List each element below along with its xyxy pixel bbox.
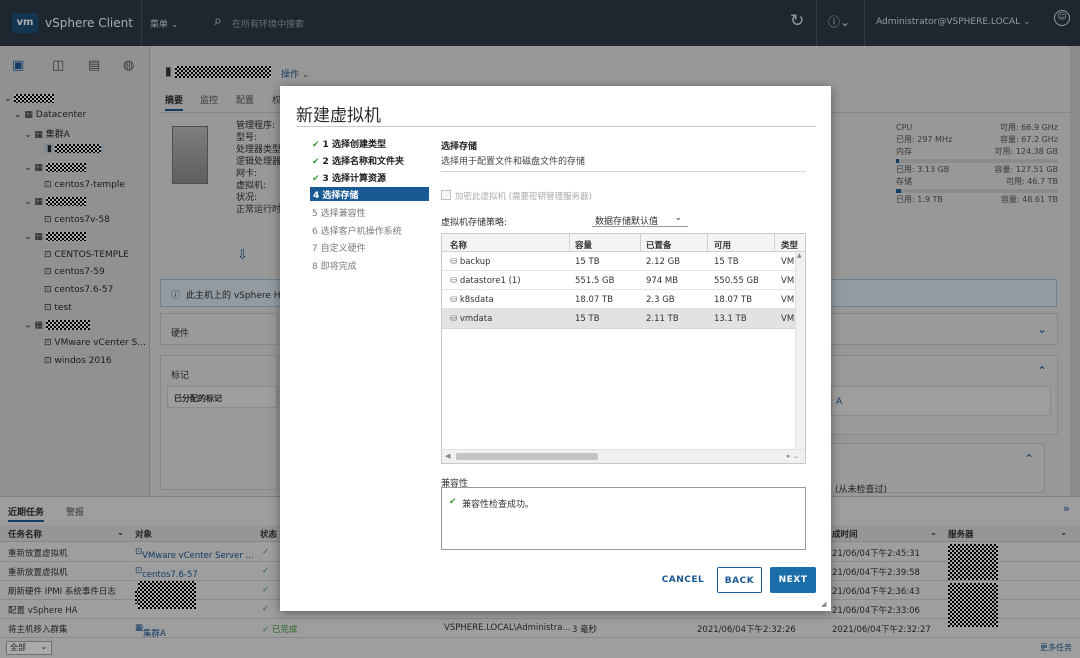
datastore-icon: ⛁ <box>450 295 458 305</box>
datastore-icon: ⛁ <box>450 276 458 286</box>
grid-header-row <box>442 234 805 252</box>
back-button[interactable]: BACK <box>717 567 762 593</box>
col-type[interactable]: 类型 <box>781 239 798 251</box>
grid-vertical-scrollbar[interactable]: ▲ <box>795 252 805 449</box>
scroll-thumb[interactable] <box>456 453 598 460</box>
check-icon: ✔ <box>449 497 457 507</box>
wizard-step-8: 8 即将完成 <box>312 262 357 272</box>
wizard-step-1[interactable]: ✔ 1 选择创建类型 <box>312 137 386 150</box>
storage-policy-select[interactable]: 数据存储默认值 ⌄ <box>592 212 688 227</box>
next-button[interactable]: NEXT <box>770 567 816 593</box>
wizard-step-4[interactable]: 4 选择存储 <box>310 187 429 201</box>
encrypt-label: 加密此虚拟机 (需要密钥管理服务器) <box>455 192 592 202</box>
section-description: 选择用于配置文件和磁盘文件的存储 <box>441 157 586 167</box>
compatibility-message: 兼容性检查成功。 <box>462 500 535 510</box>
section-title: 选择存储 <box>441 142 478 152</box>
col-free[interactable]: 可用 <box>714 239 731 251</box>
compatibility-box: ✔ 兼容性检查成功。 <box>441 487 806 550</box>
datastore-icon: ⛁ <box>450 314 458 324</box>
wizard-title: 新建虚拟机 <box>296 106 381 126</box>
wizard-step-6: 6 选择客户机操作系统 <box>312 227 402 237</box>
resize-handle-icon[interactable]: ◢ <box>821 600 826 608</box>
wizard-step-2[interactable]: ✔ 2 选择名称和文件夹 <box>312 154 404 167</box>
encrypt-checkbox[interactable] <box>441 190 451 200</box>
datastore-row-backup[interactable] <box>442 252 795 271</box>
wizard-step-3[interactable]: ✔ 3 选择计算资源 <box>312 171 386 184</box>
col-capacity[interactable]: 容量 <box>575 239 592 251</box>
wizard-step-5: 5 选择兼容性 <box>312 209 366 219</box>
storage-policy-label: 虚拟机存储策略: <box>441 218 508 228</box>
wizard-step-7: 7 自定义硬件 <box>312 244 366 254</box>
col-name[interactable]: 名称 <box>450 239 467 251</box>
grid-horizontal-scrollbar[interactable]: ◀ ▸ ⌄ <box>442 449 805 463</box>
datastore-icon: ⛁ <box>450 257 458 267</box>
col-provisioned[interactable]: 已置备 <box>646 239 672 251</box>
cancel-button[interactable]: CANCEL <box>658 567 708 593</box>
